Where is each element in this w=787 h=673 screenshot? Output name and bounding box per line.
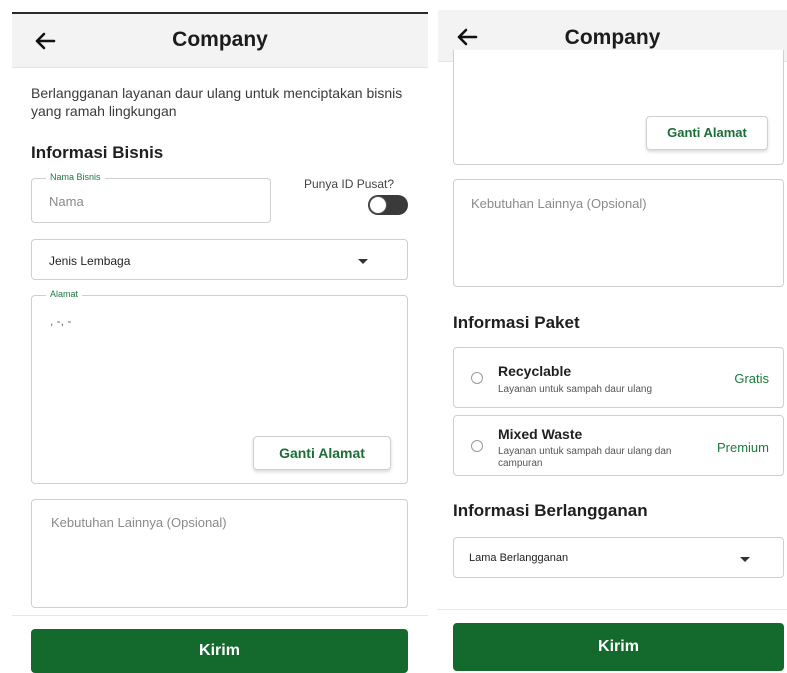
- package-name: Mixed Waste: [498, 426, 583, 442]
- submit-button[interactable]: Kirim: [31, 629, 408, 673]
- other-needs-placeholder: Kebutuhan Lainnya (Opsional): [471, 196, 647, 211]
- package-name: Recyclable: [498, 363, 572, 379]
- other-needs-placeholder: Kebutuhan Lainnya (Opsional): [51, 515, 227, 530]
- business-name-legend: Nama Bisnis: [46, 172, 105, 182]
- radio-button[interactable]: [471, 372, 483, 384]
- page-title: Company: [564, 26, 661, 49]
- page-title: Company: [172, 28, 268, 51]
- caret-down-icon: [358, 259, 368, 264]
- section-title-package: Informasi Paket: [453, 313, 580, 332]
- other-needs-textarea[interactable]: Kebutuhan Lainnya (Opsional): [31, 499, 408, 608]
- address-field[interactable]: Alamat , -, - Ganti Alamat: [31, 289, 408, 484]
- head-office-toggle[interactable]: [368, 195, 408, 215]
- footer-divider: [12, 615, 428, 616]
- caret-down-icon: [740, 557, 750, 562]
- change-address-button[interactable]: Ganti Alamat: [253, 436, 391, 470]
- other-needs-textarea[interactable]: Kebutuhan Lainnya (Opsional): [453, 179, 784, 287]
- package-tag: Premium: [716, 440, 769, 455]
- package-option-recyclable[interactable]: Recyclable Layanan untuk sampah daur ula…: [453, 347, 784, 408]
- toggle-knob: [369, 196, 387, 214]
- submit-button[interactable]: Kirim: [453, 623, 784, 671]
- package-description: Layanan untuk sampah daur ulang dan camp…: [498, 446, 672, 469]
- subscription-duration-value: Lama Berlangganan: [469, 552, 569, 564]
- package-option-mixed-waste[interactable]: Mixed Waste Layanan untuk sampah daur ul…: [453, 415, 784, 476]
- package-description: Layanan untuk sampah daur ulang: [498, 384, 653, 395]
- institution-type-select[interactable]: Jenis Lembaga: [31, 239, 408, 280]
- change-address-button[interactable]: Ganti Alamat: [646, 116, 768, 150]
- address-legend: Alamat: [46, 289, 83, 299]
- app-bar: Company: [12, 14, 428, 68]
- institution-type-value: Jenis Lembaga: [49, 254, 131, 268]
- address-value: , -, -: [50, 314, 72, 328]
- business-name-placeholder: Nama: [49, 194, 84, 209]
- section-title-business: Informasi Bisnis: [31, 143, 164, 162]
- business-name-field[interactable]: Nama Bisnis Nama: [31, 172, 271, 223]
- page-description: Berlangganan layanan daur ulang untuk me…: [31, 85, 403, 119]
- radio-button[interactable]: [471, 440, 483, 452]
- footer-divider: [438, 609, 787, 610]
- screen-right: Company Ganti Alamat Kebutuhan Lainnya (…: [438, 0, 787, 673]
- address-field[interactable]: Ganti Alamat: [453, 50, 784, 165]
- head-office-label: Punya ID Pusat?: [304, 177, 395, 191]
- section-title-subscription: Informasi Berlangganan: [453, 501, 648, 520]
- package-tag: Gratis: [734, 371, 769, 386]
- screen-left: Company Berlangganan layanan daur ulang …: [12, 0, 428, 673]
- subscription-duration-select[interactable]: Lama Berlangganan: [453, 537, 784, 578]
